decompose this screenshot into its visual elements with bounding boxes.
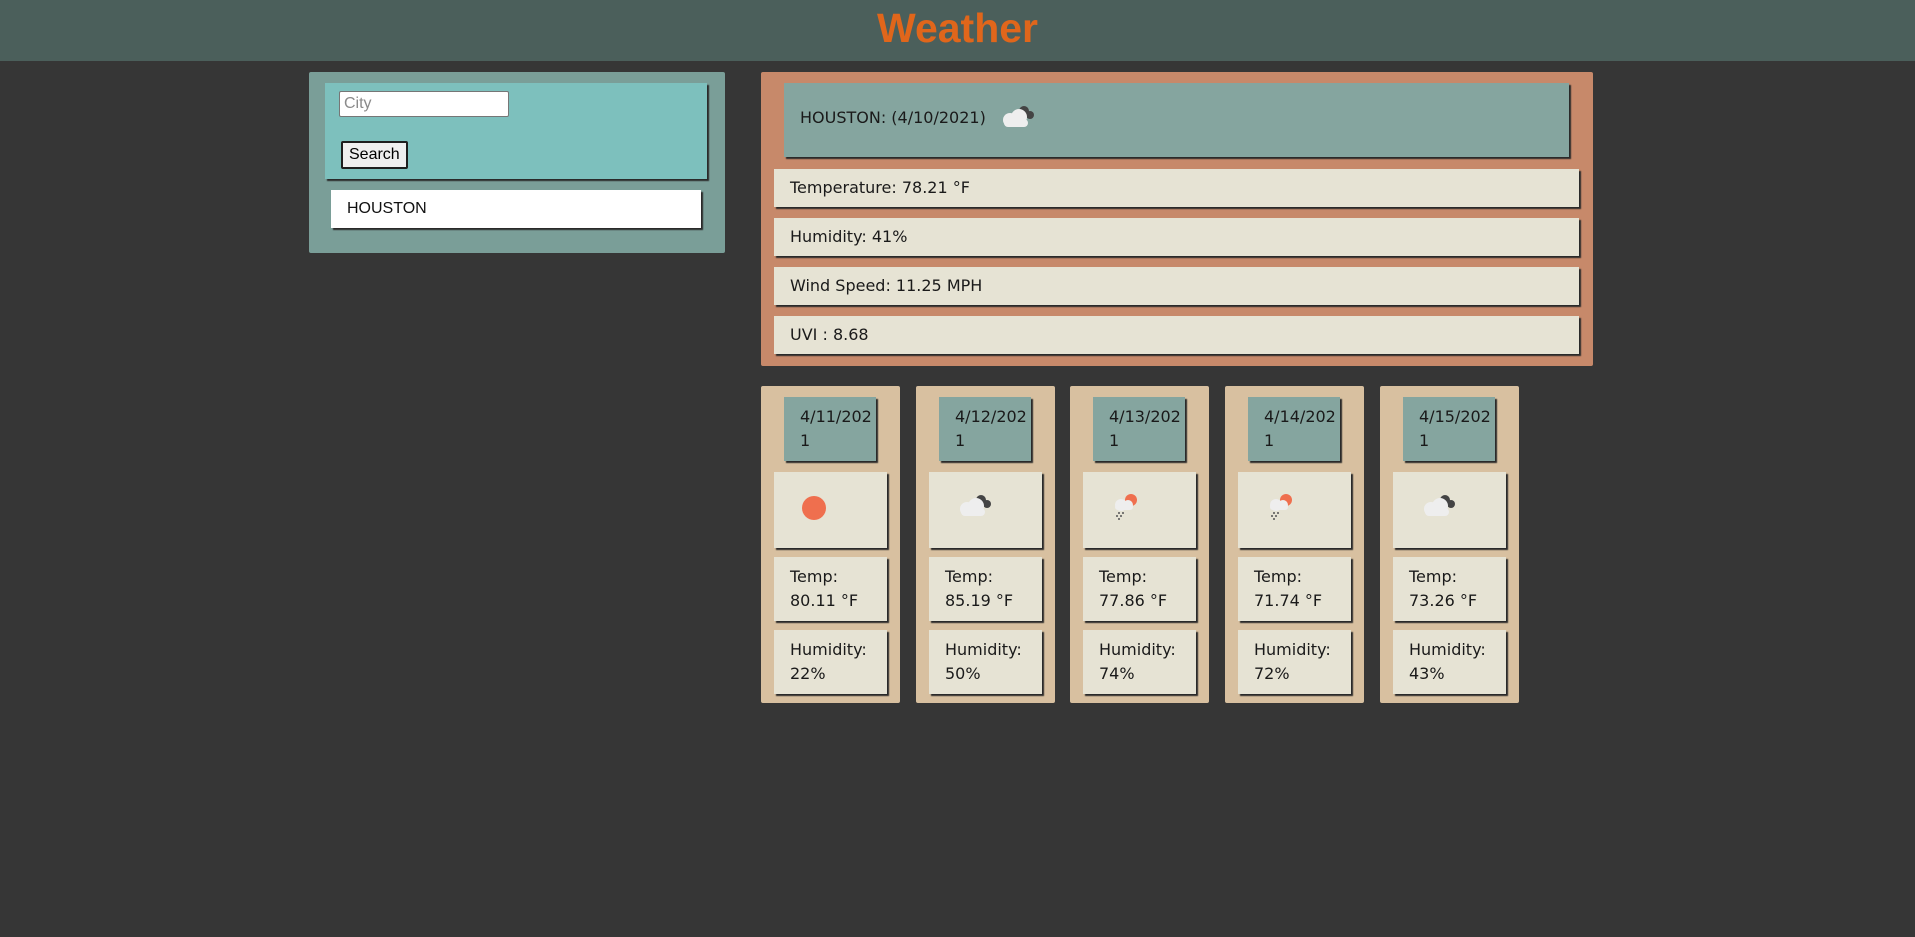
forecast-card: 4/13/2021 Temp: 77.86 °F Humidity: 74% xyxy=(1070,386,1209,703)
forecast-temp: Temp: 85.19 °F xyxy=(929,557,1042,621)
forecast-card: 4/11/2021 Temp: 80.11 °F Humidity: 22% xyxy=(761,386,900,703)
forecast-date: 4/13/2021 xyxy=(1093,397,1185,461)
rain-sun-icon xyxy=(1111,492,1143,526)
city-search-input[interactable] xyxy=(339,91,509,117)
forecast-card: 4/12/2021 Temp: 85.19 °F Humidity: 50% xyxy=(916,386,1055,703)
search-history-item[interactable]: HOUSTON xyxy=(331,190,701,228)
cloud-icon xyxy=(1000,103,1036,133)
current-temperature: Temperature: 78.21 °F xyxy=(774,169,1579,207)
app-header: Weather xyxy=(0,0,1915,61)
search-panel: Search HOUSTON xyxy=(309,72,725,253)
forecast-date: 4/14/2021 xyxy=(1248,397,1340,461)
forecast-temp: Temp: 80.11 °F xyxy=(774,557,887,621)
cloud-icon xyxy=(957,492,993,522)
forecast-humidity: Humidity: 72% xyxy=(1238,630,1351,694)
forecast-card: 4/15/2021 Temp: 73.26 °F Humidity: 43% xyxy=(1380,386,1519,703)
current-weather-panel: HOUSTON: (4/10/2021) Temperature: 78.21 … xyxy=(761,72,1593,366)
forecast-card: 4/14/2021 Temp: 71.74 °F Humidity: 72% xyxy=(1225,386,1364,703)
current-wind-speed: Wind Speed: 11.25 MPH xyxy=(774,267,1579,305)
current-uvi: UVI : 8.68 xyxy=(774,316,1579,354)
current-city-date: HOUSTON: (4/10/2021) xyxy=(800,108,986,127)
current-humidity: Humidity: 41% xyxy=(774,218,1579,256)
forecast-humidity: Humidity: 50% xyxy=(929,630,1042,694)
forecast-humidity: Humidity: 22% xyxy=(774,630,887,694)
forecast-icon-box xyxy=(1083,472,1196,548)
search-form: Search xyxy=(325,83,707,179)
search-button[interactable]: Search xyxy=(341,141,408,169)
forecast-icon-box xyxy=(774,472,887,548)
current-weather-header: HOUSTON: (4/10/2021) xyxy=(784,83,1569,157)
rain-sun-icon xyxy=(1266,492,1298,526)
forecast-temp: Temp: 73.26 °F xyxy=(1393,557,1506,621)
forecast-temp: Temp: 71.74 °F xyxy=(1238,557,1351,621)
page-title: Weather xyxy=(876,5,1039,51)
forecast-date: 4/15/2021 xyxy=(1403,397,1495,461)
forecast-humidity: Humidity: 74% xyxy=(1083,630,1196,694)
sun-icon xyxy=(800,494,828,526)
forecast-icon-box xyxy=(1393,472,1506,548)
forecast-temp: Temp: 77.86 °F xyxy=(1083,557,1196,621)
forecast-date: 4/11/2021 xyxy=(784,397,876,461)
forecast-icon-box xyxy=(1238,472,1351,548)
cloud-icon xyxy=(1421,492,1457,522)
forecast-icon-box xyxy=(929,472,1042,548)
forecast-humidity: Humidity: 43% xyxy=(1393,630,1506,694)
forecast-date: 4/12/2021 xyxy=(939,397,1031,461)
